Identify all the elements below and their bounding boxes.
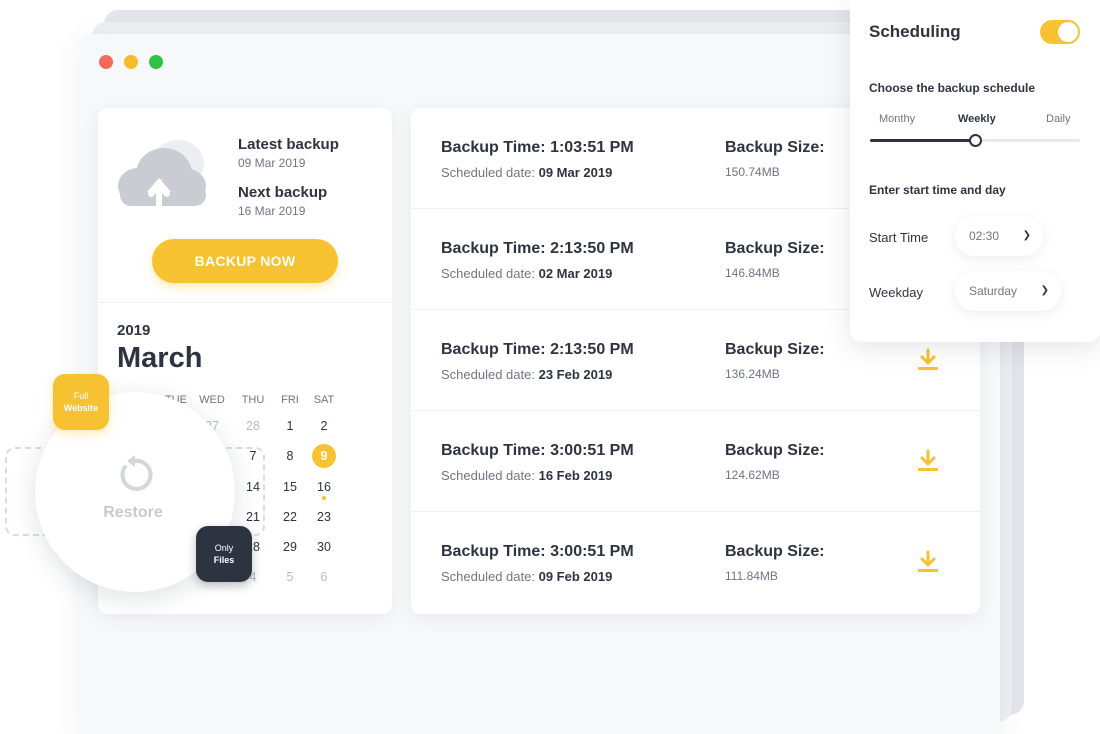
scheduled-date-label: Scheduled date: [441,367,535,382]
calendar-day[interactable]: 28 [235,414,271,438]
backup-size-value: 146.84MB [725,266,780,280]
full-website-top: Full [73,391,89,401]
scheduled-date-value: 09 Mar 2019 [538,165,613,180]
calendar-day[interactable]: 9 [306,444,342,468]
backup-time: Backup Time: 3:00:51 PM [441,543,634,560]
divider [98,302,392,303]
scheduled-date-value: 16 Feb 2019 [538,468,613,483]
scheduled-date-value: 09 Feb 2019 [538,569,613,584]
backup-time: Backup Time: 3:00:51 PM [441,442,634,459]
calendar-day[interactable]: 5 [272,565,308,589]
backup-info: Latest backup 09 Mar 2019 Next backup 16… [238,136,339,218]
weekday-header: SAT [313,394,335,406]
scheduled-date: Scheduled date: 23 Feb 2019 [441,367,612,382]
weekday-label: Weekday [869,285,923,300]
scheduled-date: Scheduled date: 09 Feb 2019 [441,569,612,584]
event-marker [322,496,326,500]
scheduled-date-label: Scheduled date: [441,165,535,180]
latest-backup-date: 09 Mar 2019 [238,156,306,170]
scheduled-date-label: Scheduled date: [441,266,535,281]
next-backup-date: 16 Mar 2019 [238,204,306,218]
backup-size-value: 150.74MB [725,165,780,179]
only-files-option[interactable]: Only Files [196,526,252,582]
backup-time: Backup Time: 2:13:50 PM [441,341,634,358]
start-time-select[interactable]: 02:30 ❯ [955,216,1043,256]
scheduled-date-label: Scheduled date: [441,569,535,584]
weekday-value: Saturday [969,284,1018,298]
slider-fill [870,139,975,142]
toggle-knob [1058,22,1078,42]
start-time-label: Start Time [869,230,929,245]
frequency-weekly[interactable]: Weekly [958,113,996,125]
scheduled-date-value: 02 Mar 2019 [538,266,613,281]
calendar-month: March [117,342,203,374]
backup-row: Backup Time: 3:00:51 PM Scheduled date: 1… [411,411,980,512]
calendar-day[interactable]: 30 [306,535,342,559]
chevron-down-icon: ❯ [1040,285,1049,296]
frequency-daily[interactable]: Daily [1046,113,1070,125]
backup-size-label: Backup Size: [725,543,825,560]
backup-time: Backup Time: 1:03:51 PM [441,139,634,156]
calendar-day[interactable]: 2 [306,414,342,438]
weekday-header: WED [199,394,225,406]
backup-now-button[interactable]: BACKUP NOW [152,239,338,283]
backup-size-label: Backup Size: [725,341,825,358]
backup-size-label: Backup Size: [725,139,825,156]
calendar-year: 2019 [117,322,151,339]
scheduled-date-value: 23 Feb 2019 [538,367,613,382]
backup-size-value: 124.62MB [725,468,780,482]
start-time-value: 02:30 [969,229,1000,243]
scheduling-toggle[interactable] [1040,20,1080,44]
backup-size-value: 111.84MB [725,569,778,583]
minimize-window-button[interactable] [124,55,138,69]
scheduled-date: Scheduled date: 02 Mar 2019 [441,266,612,281]
backup-time: Backup Time: 2:13:50 PM [441,240,634,257]
weekday-header: THU [241,394,265,406]
calendar-day[interactable]: 15 [272,475,308,499]
calendar-day[interactable]: 1 [272,414,308,438]
full-website-option[interactable]: Full Website [53,374,109,430]
maximize-window-button[interactable] [149,55,163,69]
frequency-monthly[interactable]: Monthy [879,113,915,125]
scheduled-date: Scheduled date: 16 Feb 2019 [441,468,612,483]
download-icon[interactable] [916,348,940,372]
weekday-select[interactable]: Saturday ❯ [955,271,1061,311]
only-files-top: Only [214,543,234,553]
restore-label: Restore [103,504,163,521]
backup-size-value: 136.24MB [725,367,780,381]
calendar-day[interactable]: 23 [306,505,342,529]
calendar-day[interactable]: 8 [272,444,308,468]
slider-handle[interactable] [969,134,982,147]
full-website-bottom: Website [63,403,99,413]
frequency-slider[interactable] [870,134,1080,147]
backup-size-label: Backup Size: [725,442,825,459]
scheduled-date: Scheduled date: 09 Mar 2019 [441,165,612,180]
backup-size-label: Backup Size: [725,240,825,257]
start-section-label: Enter start time and day [869,183,1006,197]
scheduling-title: Scheduling [869,22,961,41]
download-icon[interactable] [916,550,940,574]
latest-backup-label: Latest backup [238,136,339,153]
chevron-down-icon: ❯ [1022,230,1031,241]
download-icon[interactable] [916,449,940,473]
close-window-button[interactable] [99,55,113,69]
only-files-bottom: Files [213,555,235,565]
choose-schedule-label: Choose the backup schedule [869,81,1036,95]
calendar-day[interactable]: 29 [272,535,308,559]
calendar-day[interactable]: 6 [306,565,342,589]
calendar-day[interactable]: 22 [272,505,308,529]
next-backup-label: Next backup [238,184,328,201]
restore-icon [120,455,153,491]
scheduled-date-label: Scheduled date: [441,468,535,483]
cloud-upload-icon [118,140,206,210]
scheduling-panel: Scheduling Choose the backup schedule Mo… [850,0,1100,342]
backup-row: Backup Time: 3:00:51 PM Scheduled date: 0… [411,512,980,613]
weekday-header: FRI [281,394,299,406]
